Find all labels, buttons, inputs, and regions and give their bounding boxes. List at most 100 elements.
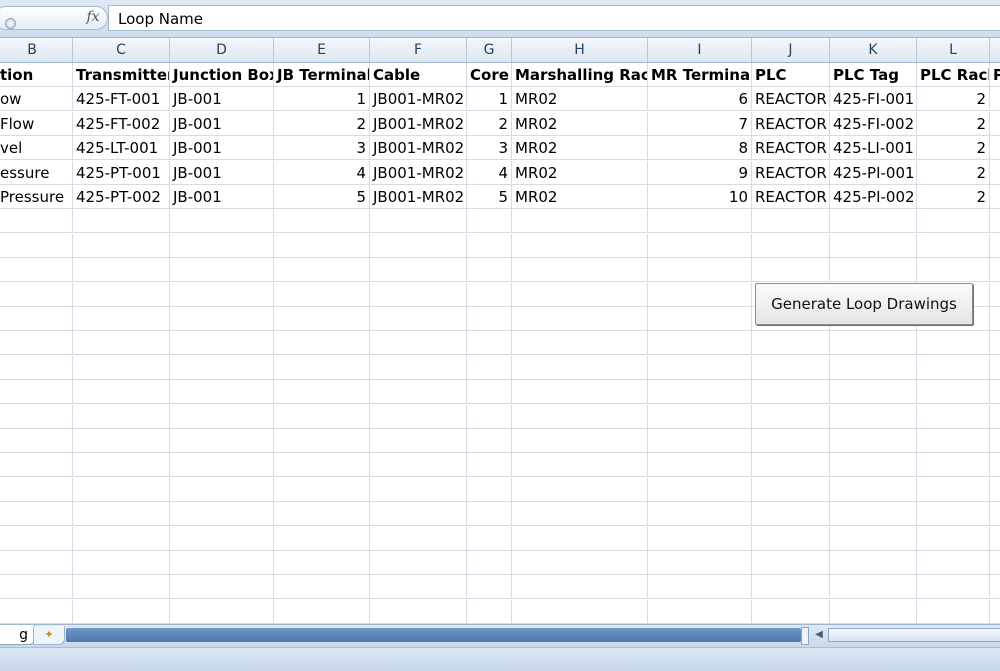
empty-cell[interactable] xyxy=(274,380,370,405)
table-cell[interactable]: 425-LT-001 xyxy=(73,136,170,161)
empty-cell[interactable] xyxy=(370,307,467,331)
empty-cell[interactable] xyxy=(274,502,370,527)
empty-cell[interactable] xyxy=(274,209,370,234)
empty-cell[interactable] xyxy=(370,599,467,624)
empty-cell[interactable] xyxy=(752,331,830,356)
empty-cell[interactable] xyxy=(990,258,1000,283)
empty-cell[interactable] xyxy=(990,527,1000,551)
empty-cell[interactable] xyxy=(0,429,73,453)
header-cell[interactable]: PLC Tag xyxy=(830,63,917,87)
empty-cell[interactable] xyxy=(467,331,512,356)
empty-cell[interactable] xyxy=(917,209,990,234)
empty-cell[interactable] xyxy=(73,380,170,405)
empty-cell[interactable] xyxy=(917,502,990,527)
empty-cell[interactable] xyxy=(648,551,752,575)
empty-cell[interactable] xyxy=(512,526,648,551)
empty-cell[interactable] xyxy=(370,453,467,478)
empty-cell[interactable] xyxy=(917,233,990,258)
empty-cell[interactable] xyxy=(917,331,990,356)
table-cell[interactable]: 425-LI-001 xyxy=(830,136,917,161)
table-cell[interactable]: Flow xyxy=(0,111,73,136)
header-cell[interactable]: PLC xyxy=(752,63,830,87)
empty-cell[interactable] xyxy=(752,477,830,502)
empty-cell[interactable] xyxy=(0,404,73,429)
empty-cell[interactable] xyxy=(830,355,917,380)
empty-cell[interactable] xyxy=(917,551,990,575)
table-cell[interactable]: JB-001 xyxy=(170,87,274,112)
table-cell[interactable]: 2 xyxy=(917,185,990,209)
empty-cell[interactable] xyxy=(274,575,370,600)
empty-cell[interactable] xyxy=(917,355,990,380)
empty-cell[interactable] xyxy=(467,307,512,331)
table-cell[interactable]: 425-FI-002 xyxy=(830,111,917,136)
empty-cell[interactable] xyxy=(0,331,73,356)
empty-cell[interactable] xyxy=(370,233,467,258)
empty-cell[interactable] xyxy=(512,258,648,283)
empty-cell[interactable] xyxy=(0,551,73,575)
empty-cell[interactable] xyxy=(0,599,73,624)
table-cell[interactable]: REACTOR xyxy=(752,136,830,161)
empty-cell[interactable] xyxy=(370,575,467,600)
table-cell[interactable]: 2 xyxy=(467,111,512,136)
empty-cell[interactable] xyxy=(370,209,467,234)
table-cell[interactable]: 2 xyxy=(917,136,990,161)
empty-cell[interactable] xyxy=(648,526,752,551)
empty-cell[interactable] xyxy=(274,477,370,502)
empty-cell[interactable] xyxy=(830,233,917,258)
empty-cell[interactable] xyxy=(990,209,1000,234)
column-header-i[interactable]: I xyxy=(648,38,752,62)
empty-cell[interactable] xyxy=(274,282,370,307)
empty-cell[interactable] xyxy=(73,282,170,307)
empty-cell[interactable] xyxy=(990,307,1000,331)
table-cell[interactable]: JB001-MR02 xyxy=(370,160,467,185)
empty-cell[interactable] xyxy=(512,429,648,453)
table-cell[interactable]: 10 xyxy=(648,185,752,209)
empty-cell[interactable] xyxy=(0,355,73,380)
empty-cell[interactable] xyxy=(648,575,752,600)
table-cell[interactable]: 8 xyxy=(648,136,752,161)
table-cell[interactable]: 425-PI-002 xyxy=(830,185,917,209)
empty-cell[interactable] xyxy=(990,283,1000,307)
empty-cell[interactable] xyxy=(467,551,512,575)
empty-cell[interactable] xyxy=(648,429,752,453)
empty-cell[interactable] xyxy=(512,380,648,405)
empty-cell[interactable] xyxy=(990,405,1000,429)
empty-cell[interactable] xyxy=(170,404,274,429)
empty-cell[interactable] xyxy=(917,258,990,283)
empty-cell[interactable] xyxy=(274,453,370,478)
empty-cell[interactable] xyxy=(990,331,1000,356)
table-cell[interactable]: 2 xyxy=(917,160,990,185)
empty-cell[interactable] xyxy=(467,575,512,600)
column-header-f[interactable]: F xyxy=(370,38,467,62)
scroll-left-arrow-icon[interactable]: ◀ xyxy=(812,628,826,642)
empty-cell[interactable] xyxy=(990,453,1000,478)
empty-cell[interactable] xyxy=(170,575,274,600)
column-header-l[interactable]: L xyxy=(917,38,990,62)
table-cell[interactable]: 9 xyxy=(648,160,752,185)
empty-cell[interactable] xyxy=(73,477,170,502)
table-cell[interactable]: JB001-MR02 xyxy=(370,136,467,161)
empty-cell[interactable] xyxy=(170,282,274,307)
empty-cell[interactable] xyxy=(917,599,990,624)
empty-cell[interactable] xyxy=(274,258,370,283)
empty-cell[interactable] xyxy=(512,355,648,380)
insert-sheet-icon[interactable]: ✦ xyxy=(33,626,65,645)
empty-cell[interactable] xyxy=(467,477,512,502)
empty-cell[interactable] xyxy=(648,453,752,478)
column-header-d[interactable]: D xyxy=(170,38,274,62)
empty-cell[interactable] xyxy=(370,258,467,283)
table-cell[interactable]: Pressure xyxy=(0,185,73,209)
empty-cell[interactable] xyxy=(73,502,170,527)
header-cell[interactable]: P xyxy=(990,63,1000,87)
empty-cell[interactable] xyxy=(0,526,73,551)
empty-cell[interactable] xyxy=(512,599,648,624)
column-header-j[interactable]: J xyxy=(752,38,830,62)
empty-cell[interactable] xyxy=(990,478,1000,502)
empty-cell[interactable] xyxy=(0,233,73,258)
empty-cell[interactable] xyxy=(467,355,512,380)
table-cell[interactable]: MR02 xyxy=(512,87,648,112)
empty-cell[interactable] xyxy=(370,551,467,575)
table-cell[interactable]: 425-FT-002 xyxy=(73,111,170,136)
table-cell[interactable]: ow xyxy=(0,87,73,112)
empty-cell[interactable] xyxy=(512,477,648,502)
